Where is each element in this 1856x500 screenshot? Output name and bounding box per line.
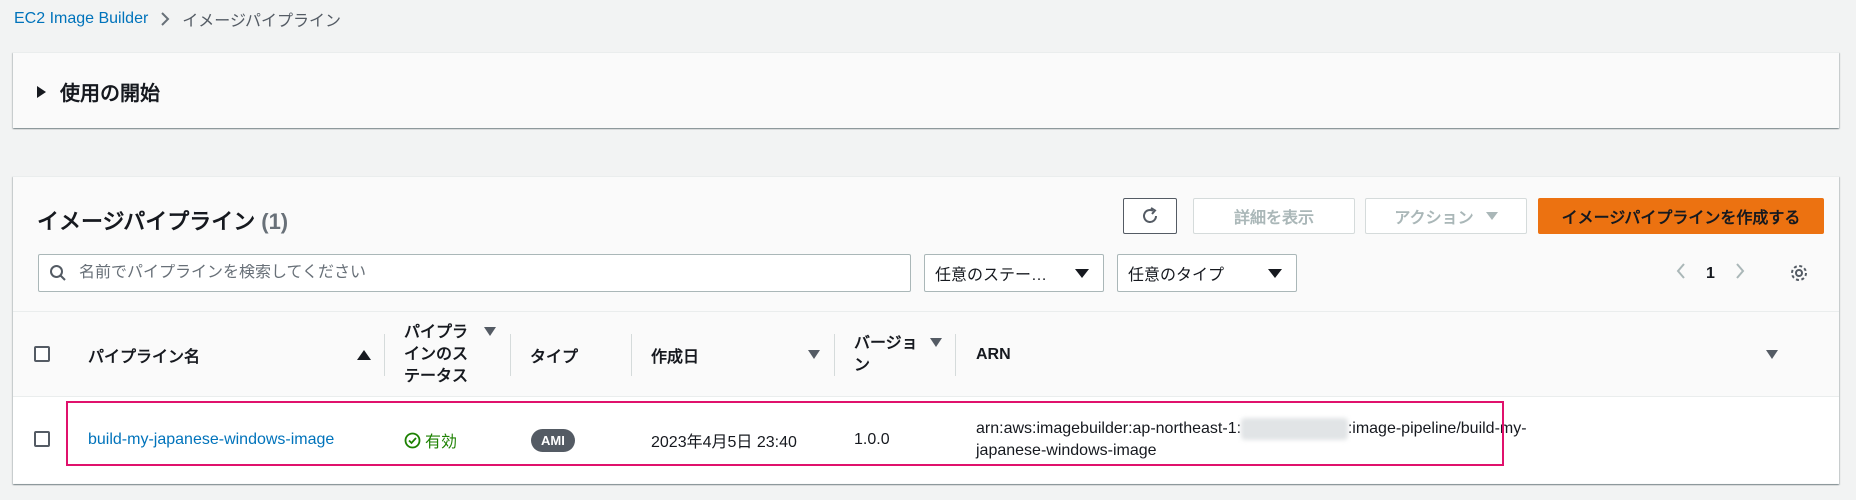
- pagination: 1: [1676, 262, 1745, 285]
- column-label-status-line2: インのス: [404, 346, 469, 363]
- view-details-button[interactable]: 詳細を表示: [1193, 198, 1355, 234]
- arn-suffix: :image-pipeline/build-my-: [1347, 420, 1527, 437]
- getting-started-label: 使用の開始: [60, 83, 160, 105]
- column-header-status[interactable]: パイプラ インのス テータス: [385, 312, 511, 398]
- select-all-checkbox[interactable]: [34, 346, 50, 362]
- select-all-header: [13, 312, 79, 398]
- create-pipeline-button[interactable]: イメージパイプラインを作成する: [1538, 198, 1824, 234]
- column-label-arn: ARN: [976, 346, 1011, 363]
- gear-icon[interactable]: [1789, 263, 1809, 288]
- previous-page-icon[interactable]: [1676, 262, 1686, 285]
- refresh-icon: [1143, 207, 1157, 223]
- actions-dropdown-button[interactable]: アクション: [1365, 198, 1527, 234]
- getting-started-toggle[interactable]: 使用の開始: [37, 77, 160, 106]
- pipeline-name-link[interactable]: build-my-japanese-windows-image: [88, 431, 334, 449]
- caret-down-icon: [1268, 269, 1282, 278]
- breadcrumb-link-image-builder[interactable]: EC2 Image Builder: [14, 10, 148, 28]
- sort-icon: [1766, 350, 1778, 359]
- table-row: build-my-japanese-windows-image 有効 AMI 2…: [13, 397, 1839, 483]
- column-header-version[interactable]: バージョ ン: [835, 312, 956, 398]
- caret-down-icon: [1075, 269, 1089, 278]
- type-filter-select[interactable]: 任意のタイプ: [1117, 254, 1297, 292]
- column-label-status-line3: テータス: [404, 368, 469, 385]
- pipeline-name-cell: build-my-japanese-windows-image: [88, 397, 385, 483]
- created-date-cell: 2023年4月5日 23:40: [651, 434, 797, 451]
- column-header-arn[interactable]: ARN: [956, 312, 1839, 398]
- arn-prefix: arn:aws:imagebuilder:ap-northeast-1:: [976, 420, 1242, 437]
- column-label-version-line2: ン: [854, 357, 871, 374]
- sort-icon: [930, 338, 942, 347]
- row-checkbox[interactable]: [34, 431, 50, 447]
- arn-line2: japanese-windows-image: [976, 442, 1157, 459]
- column-label-created: 作成日: [651, 349, 700, 366]
- type-badge: AMI: [531, 428, 575, 452]
- search-input[interactable]: [79, 264, 859, 282]
- version-cell: 1.0.0: [854, 431, 890, 448]
- column-header-type: タイプ: [511, 312, 632, 398]
- column-label-type: タイプ: [530, 349, 579, 366]
- redacted-account-id: 000000000000: [1241, 418, 1348, 440]
- status-filter-select[interactable]: 任意のステー…: [924, 254, 1104, 292]
- table-title-text: イメージパイプライン: [37, 209, 256, 234]
- caret-down-icon: [1485, 212, 1498, 220]
- pipeline-status-cell: 有効: [404, 397, 511, 483]
- sort-icon: [808, 350, 820, 359]
- breadcrumb: EC2 Image Builder イメージパイプライン: [14, 8, 341, 30]
- search-icon: [50, 265, 66, 281]
- table-count: (1): [261, 209, 289, 234]
- search-field[interactable]: [38, 254, 911, 292]
- sort-ascending-icon: [357, 350, 371, 360]
- column-header-name[interactable]: パイプライン名: [79, 312, 385, 398]
- row-select-cell: [13, 397, 79, 483]
- actions-label: アクション: [1394, 210, 1474, 227]
- current-page-number[interactable]: 1: [1706, 265, 1715, 283]
- status-filter-value: 任意のステー…: [935, 267, 1048, 284]
- refresh-button[interactable]: [1123, 198, 1177, 234]
- breadcrumb-current: イメージパイプライン: [182, 13, 342, 30]
- chevron-right-icon: [160, 11, 170, 27]
- check-circle-icon: [404, 432, 421, 448]
- status-text: 有効: [425, 434, 458, 451]
- sort-icon: [484, 327, 496, 336]
- table-header: パイプライン名 パイプラ インのス テータス タイプ 作成日 バージョ ン AR…: [13, 311, 1839, 397]
- next-page-icon[interactable]: [1735, 262, 1745, 285]
- pipelines-table-panel: イメージパイプライン (1) 詳細を表示 アクション イメージパイプラインを作成す…: [13, 176, 1839, 484]
- type-cell: AMI: [531, 397, 632, 483]
- caret-right-icon: [37, 85, 46, 98]
- table-title: イメージパイプライン (1): [37, 204, 288, 236]
- type-filter-value: 任意のタイプ: [1128, 267, 1225, 284]
- column-label-status-line1: パイプラ: [404, 324, 469, 341]
- column-header-created[interactable]: 作成日: [632, 312, 835, 398]
- column-label-version-line1: バージョ: [854, 335, 918, 352]
- column-label-name: パイプライン名: [88, 349, 201, 366]
- arn-cell: arn:aws:imagebuilder:ap-northeast-1:0000…: [976, 397, 1536, 483]
- getting-started-panel: 使用の開始: [13, 52, 1839, 128]
